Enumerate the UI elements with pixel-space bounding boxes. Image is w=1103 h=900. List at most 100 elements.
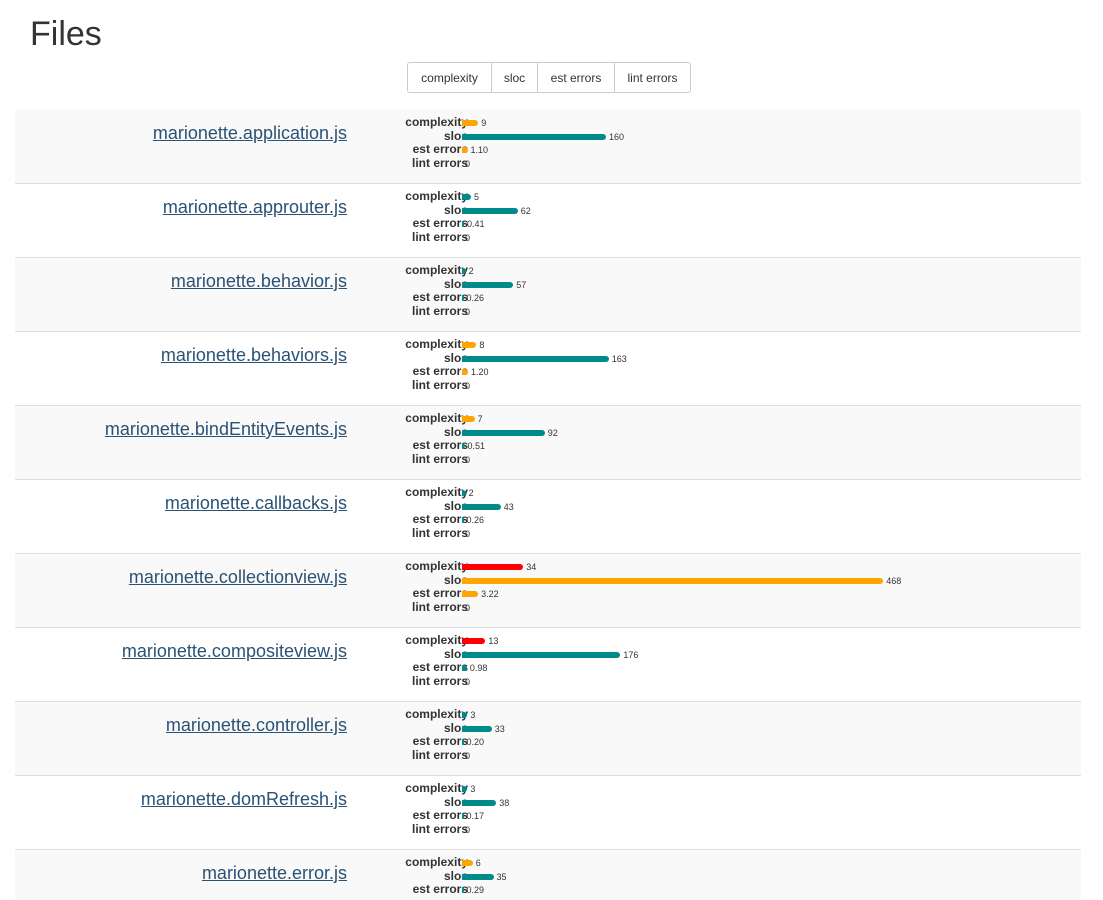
- metric-label: complexity: [405, 263, 468, 277]
- metric-bar: [462, 147, 468, 154]
- metric-value: 0: [465, 677, 471, 688]
- metric-sloc: sloc 160: [15, 129, 1081, 144]
- metric-est-errors: est errors 1.10: [15, 143, 1081, 157]
- metric-label: complexity: [405, 707, 468, 721]
- metric-value: 2: [468, 488, 474, 498]
- metric-bar: [462, 268, 466, 274]
- sort-complexity-button[interactable]: complexity: [408, 63, 491, 92]
- file-list: marionette.application.js complexity 9 sloc…: [15, 110, 1081, 900]
- metric-label: lint errors: [411, 452, 468, 467]
- sort-sloc-button[interactable]: sloc: [491, 63, 537, 92]
- metric-lint-errors: lint errors 0: [15, 749, 1081, 763]
- metric-value: 0: [465, 381, 471, 392]
- file-metrics: complexity 34 sloc 468 est errors 3.22 lint er…: [15, 560, 1081, 615]
- metric-label: lint errors: [411, 230, 468, 245]
- metric-bar: [462, 564, 524, 570]
- file-row: marionette.application.js complexity 9 sloc…: [15, 110, 1081, 184]
- metric-label: est errors: [412, 808, 468, 823]
- metric-bar: [462, 725, 492, 732]
- metric-label: lint errors: [411, 822, 468, 837]
- metric-label: est errors: [412, 438, 468, 453]
- metric-complexity: complexity 3: [15, 708, 1081, 722]
- metric-lint-errors: lint errors 0: [15, 305, 1081, 319]
- metric-lint-errors: lint errors 0: [15, 527, 1081, 541]
- metric-bar: [462, 799, 497, 806]
- metric-label: lint errors: [411, 526, 468, 541]
- metric-complexity: complexity 3: [15, 782, 1081, 796]
- file-row: marionette.bindEntityEvents.js complexity…: [15, 406, 1081, 480]
- metric-value: 3: [470, 710, 476, 720]
- metric-value: 13: [488, 636, 499, 646]
- metric-est-errors: est errors 0.51: [15, 439, 1081, 453]
- metric-lint-errors: lint errors 0: [15, 157, 1081, 171]
- file-row: marionette.behavior.js complexity 2 sloc 57 e…: [15, 258, 1081, 332]
- metric-est-errors: est errors 1.20: [15, 365, 1081, 379]
- metric-bar: [462, 490, 466, 496]
- metric-complexity: complexity 6: [15, 856, 1081, 870]
- metric-complexity: complexity 5: [15, 190, 1081, 204]
- file-metrics: complexity 3 sloc 38 est errors 0.17 lint erro…: [15, 782, 1081, 837]
- metric-bar: [462, 503, 501, 510]
- metric-value: 468: [886, 575, 902, 586]
- sort-lint-errors-button[interactable]: lint errors: [614, 63, 690, 92]
- metric-bar: [462, 133, 606, 140]
- file-row: marionette.compositeview.js complexity 13 s…: [15, 628, 1081, 702]
- metric-value: 0: [465, 159, 471, 170]
- metric-value: 35: [496, 871, 507, 882]
- metric-label: lint errors: [411, 600, 468, 615]
- sort-est-errors-button[interactable]: est errors: [537, 63, 614, 92]
- metric-sloc: sloc 163: [15, 351, 1081, 366]
- metric-value: 0: [465, 233, 471, 244]
- metric-sloc: sloc 468: [15, 573, 1081, 588]
- metric-est-errors: est errors 0.98: [15, 661, 1081, 675]
- metric-value: 0.41: [467, 219, 485, 230]
- metric-label: complexity: [405, 189, 468, 203]
- file-metrics: complexity 2 sloc 43 est errors 0.26 lint erro…: [15, 486, 1081, 541]
- metric-complexity: complexity 2: [15, 486, 1081, 500]
- metric-sloc: sloc 57: [15, 277, 1081, 292]
- metric-lint-errors: lint errors 0: [15, 453, 1081, 467]
- metric-label: complexity: [405, 855, 468, 869]
- metric-bar: [462, 295, 464, 302]
- metric-label: est errors: [412, 142, 468, 157]
- metric-complexity: complexity 9: [15, 116, 1081, 130]
- metric-value: 176: [623, 649, 639, 660]
- metric-value: 57: [516, 279, 527, 290]
- metric-value: 0: [465, 603, 471, 614]
- metric-bar: [462, 638, 486, 644]
- metric-value: 0.26: [466, 293, 485, 304]
- metric-value: 7: [477, 414, 483, 424]
- metric-sloc: sloc 62: [15, 203, 1081, 218]
- metric-bar: [462, 429, 545, 436]
- metric-bar: [462, 813, 464, 820]
- metric-label: est errors: [412, 882, 468, 897]
- metric-label: complexity: [405, 633, 468, 647]
- metric-label: est errors: [412, 734, 468, 749]
- metric-value: 0: [465, 825, 471, 836]
- metric-bar: [462, 887, 464, 894]
- metric-label: est errors: [412, 660, 468, 675]
- metric-value: 2: [468, 266, 474, 276]
- sort-button-group: complexity sloc est errors lint errors: [407, 62, 691, 93]
- metric-value: 5: [474, 192, 480, 202]
- metric-value: 0.29: [466, 885, 485, 896]
- metric-label: lint errors: [411, 748, 468, 763]
- file-row: marionette.collectionview.js complexity 34…: [15, 554, 1081, 628]
- metric-value: 0.98: [469, 663, 488, 674]
- metric-complexity: complexity 7: [15, 412, 1081, 426]
- metric-est-errors: est errors 0.41: [15, 217, 1081, 231]
- metric-est-errors: est errors 0.26: [15, 513, 1081, 527]
- metric-sloc: sloc 92: [15, 425, 1081, 440]
- metric-value: 163: [611, 353, 627, 364]
- metric-bar: [462, 281, 514, 288]
- metric-est-errors: est errors 0.29: [15, 883, 1081, 897]
- metric-lint-errors: lint errors 0: [15, 823, 1081, 837]
- file-row: marionette.behaviors.js complexity 8 sloc 16…: [15, 332, 1081, 406]
- metric-label: est errors: [412, 216, 468, 231]
- metric-complexity: complexity 13: [15, 634, 1081, 648]
- metric-value: 3: [470, 784, 476, 794]
- metric-value: 0: [465, 455, 471, 466]
- metric-value: 34: [526, 562, 537, 572]
- metric-bar: [462, 207, 518, 214]
- metric-sloc: sloc 35: [15, 869, 1081, 884]
